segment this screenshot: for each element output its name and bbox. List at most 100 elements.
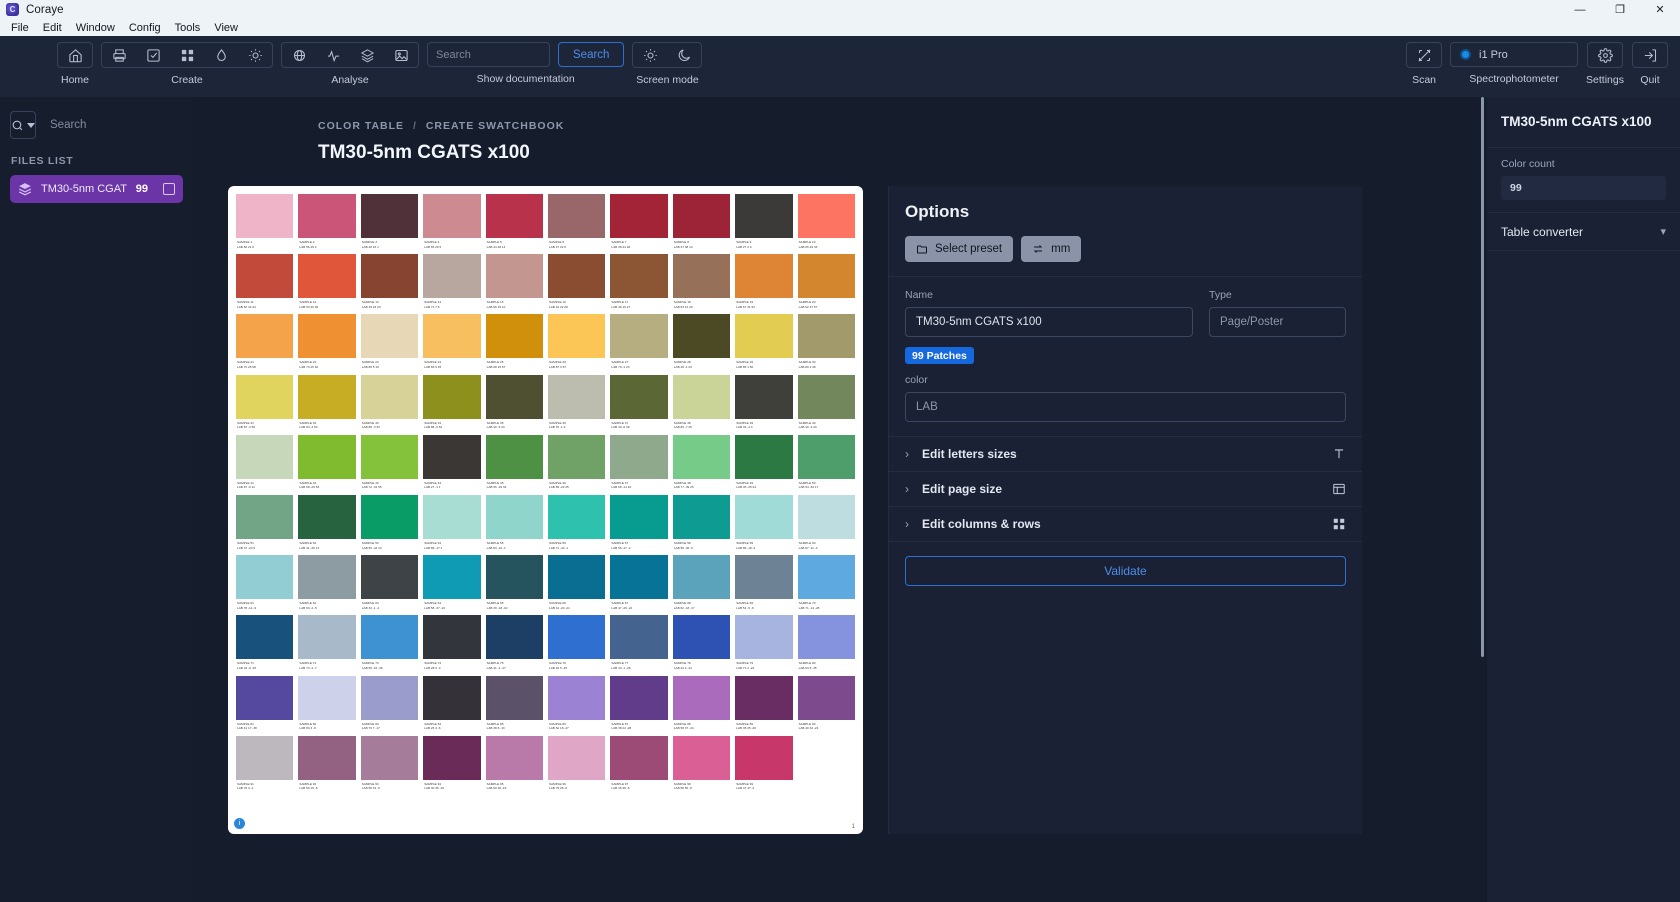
color-patch[interactable]: SAMPLE 6 LAB 47 22 6 xyxy=(548,194,606,254)
color-patch[interactable]: SAMPLE 42 LAB 68 -29 53 xyxy=(298,434,356,495)
color-patch[interactable]: SAMPLE 51 LAB 37 -20 9 xyxy=(236,494,294,555)
color-patch[interactable]: SAMPLE 1 LAB 82 21 0 xyxy=(236,194,294,254)
color-patch[interactable]: SAMPLE 57 LAB 56 -47 -2 xyxy=(610,494,668,555)
color-patch[interactable]: SAMPLE 21 LAB 72 25 58 xyxy=(236,314,294,374)
color-patch[interactable]: SAMPLE 74 LAB 28 0 -3 xyxy=(423,615,481,675)
color-patch[interactable]: SAMPLE 96 LAB 75 28 -6 xyxy=(548,735,606,796)
color-patch[interactable]: SAMPLE 27 LAB 70 -1 23 xyxy=(610,314,668,374)
color-patch[interactable]: SAMPLE 33 LAB 88 -3 32 xyxy=(360,374,419,435)
color-patch[interactable]: SAMPLE 81 LAB 41 17 -38 xyxy=(236,675,294,736)
color-patch[interactable]: SAMPLE 99 LAB 47 47 -4 xyxy=(735,735,793,796)
menu-item-config[interactable]: Config xyxy=(122,21,168,35)
color-patch[interactable]: SAMPLE 97 LAB 45 38 -8 xyxy=(610,735,668,796)
search-button[interactable]: Search xyxy=(558,42,625,67)
sun-icon[interactable] xyxy=(238,43,272,67)
search-filter-button[interactable] xyxy=(10,111,36,139)
color-patch[interactable]: SAMPLE 65 LAB 39 -18 -10 xyxy=(485,555,543,615)
color-patch[interactable]: SAMPLE 55 LAB 83 -10 -1 xyxy=(485,494,543,555)
droplet-icon[interactable] xyxy=(204,43,238,67)
color-patch[interactable]: SAMPLE 5 LAB 44 48 14 xyxy=(485,194,543,254)
image-icon[interactable] xyxy=(384,43,418,67)
color-input[interactable] xyxy=(905,392,1346,422)
gear-icon[interactable] xyxy=(1588,43,1622,67)
type-input[interactable] xyxy=(1209,307,1346,337)
color-patch[interactable]: SAMPLE 64 LAB 58 -37 -16 xyxy=(423,555,481,615)
printer-icon[interactable] xyxy=(102,43,136,67)
color-patch[interactable]: SAMPLE 45 LAB 56 -29 34 xyxy=(485,434,543,495)
color-patch[interactable]: SAMPLE 39 LAB 33 -4 3 xyxy=(735,374,793,435)
sun-icon[interactable] xyxy=(633,43,667,67)
swatchbook-preview[interactable]: SAMPLE 1 LAB 82 21 0 SAMPLE 2 LAB 56 46 4 SA… xyxy=(228,186,863,834)
spectrophotometer-select[interactable]: i1 Pro xyxy=(1450,42,1579,67)
color-patch[interactable]: SAMPLE 86 LAB 62 18 -27 xyxy=(548,675,606,736)
color-patch[interactable]: SAMPLE 38 LAB 80 -7 25 xyxy=(672,374,731,435)
color-patch[interactable]: SAMPLE 92 LAB 50 19 -8 xyxy=(298,735,356,796)
close-button[interactable]: ✕ xyxy=(1640,0,1680,19)
color-patch[interactable]: SAMPLE 3 LAB 28 16 1 xyxy=(360,194,419,254)
color-patch[interactable]: SAMPLE 10 LAB 65 49 33 xyxy=(797,194,855,254)
sidebar-search-input[interactable] xyxy=(44,111,204,139)
color-patch[interactable]: SAMPLE 30 LAB 80 2 46 xyxy=(797,314,855,374)
checkbox-edit-icon[interactable] xyxy=(136,43,170,67)
accordion-edit-columns-rows[interactable]: › Edit columns & rows xyxy=(889,506,1362,541)
color-patch[interactable]: SAMPLE 13 LAB 39 23 23 xyxy=(360,254,419,314)
color-patch[interactable]: SAMPLE 24 LAB 83 5 45 xyxy=(423,314,481,374)
menu-item-view[interactable]: View xyxy=(207,21,245,35)
color-patch[interactable]: SAMPLE 62 LAB 63 -4 -5 xyxy=(298,555,356,615)
color-patch[interactable]: SAMPLE 56 LAB 71 -43 -1 xyxy=(548,494,606,555)
color-patch[interactable]: SAMPLE 29 LAB 85 1 50 xyxy=(735,314,793,374)
color-patch[interactable]: SAMPLE 72 LAB 74 -4 -7 xyxy=(298,615,356,675)
menu-item-window[interactable]: Window xyxy=(69,21,122,35)
color-patch[interactable]: SAMPLE 11 LAB 52 44 34 xyxy=(236,254,294,314)
color-patch[interactable]: SAMPLE 31 LAB 87 -3 50 xyxy=(236,374,294,435)
color-patch[interactable]: SAMPLE 79 LAB 71 2 -22 xyxy=(735,615,793,675)
color-patch[interactable]: SAMPLE 9 LAB 27 2 0 xyxy=(735,194,793,254)
color-patch[interactable]: SAMPLE 15 LAB 66 15 10 xyxy=(485,254,543,314)
menu-item-edit[interactable]: Edit xyxy=(36,21,69,35)
color-patch[interactable]: SAMPLE 58 LAB 58 -45 -5 xyxy=(672,494,731,555)
list-item-checkbox[interactable] xyxy=(163,183,175,195)
color-patch[interactable]: SAMPLE 91 LAB 76 3 -2 xyxy=(236,735,294,796)
color-patch[interactable]: SAMPLE 84 LAB 26 4 -6 xyxy=(423,675,481,736)
color-patch[interactable]: SAMPLE 18 LAB 53 14 20 xyxy=(672,254,731,314)
color-patch[interactable]: SAMPLE 87 LAB 38 24 -28 xyxy=(610,675,668,736)
exit-icon[interactable] xyxy=(1633,43,1667,67)
accordion-edit-page-size[interactable]: › Edit page size xyxy=(889,471,1362,506)
color-patch[interactable]: SAMPLE 16 LAB 44 22 28 xyxy=(548,254,606,314)
color-patch[interactable]: SAMPLE 73 LAB 58 -16 -36 xyxy=(360,615,419,675)
color-patch[interactable]: SAMPLE 54 LAB 86 -17 1 xyxy=(423,494,481,555)
color-patch[interactable]: SAMPLE 83 LAB 70 7 -17 xyxy=(360,675,419,736)
color-patch[interactable]: SAMPLE 52 LAB 41 -30 13 xyxy=(298,494,356,555)
home-icon[interactable] xyxy=(58,43,92,67)
minimize-button[interactable]: — xyxy=(1560,0,1600,19)
grid-squares-icon[interactable] xyxy=(170,43,204,67)
color-patch[interactable]: SAMPLE 67 LAB 47 -29 -24 xyxy=(610,555,668,615)
color-patch[interactable]: SAMPLE 71 LAB 34 -9 -25 xyxy=(236,615,294,675)
globe-grid-icon[interactable] xyxy=(282,43,316,67)
color-patch[interactable]: SAMPLE 2 LAB 56 46 4 xyxy=(298,194,356,254)
color-patch[interactable]: SAMPLE 12 LAB 54 49 39 xyxy=(298,254,356,314)
menu-item-tools[interactable]: Tools xyxy=(168,21,208,35)
waveform-icon[interactable] xyxy=(316,43,350,67)
name-input[interactable] xyxy=(905,307,1193,337)
color-patch[interactable]: SAMPLE 7 LAB 38 44 18 xyxy=(610,194,668,254)
moon-icon[interactable] xyxy=(667,43,701,67)
list-item[interactable]: TM30-5nm CGATS x1... 99 xyxy=(10,175,183,203)
color-patch[interactable]: SAMPLE 88 LAB 58 37 -24 xyxy=(672,675,731,736)
color-patch[interactable]: SAMPLE 46 LAB 65 -22 25 xyxy=(548,434,606,495)
color-patch[interactable]: SAMPLE 40 LAB 40 -9 23 xyxy=(797,374,855,435)
color-patch[interactable]: SAMPLE 14 LAB 71 7 6 xyxy=(423,254,481,314)
color-patch[interactable]: SAMPLE 69 LAB 51 -5 -8 xyxy=(735,555,793,615)
color-patch[interactable]: SAMPLE 94 LAB 30 36 -10 xyxy=(423,735,481,796)
unit-toggle-button[interactable]: mm xyxy=(1021,236,1082,262)
color-patch[interactable]: SAMPLE 48 LAB 77 -39 25 xyxy=(672,434,731,495)
layers-icon[interactable] xyxy=(350,43,384,67)
color-patch[interactable]: SAMPLE 82 LAB 83 3 -8 xyxy=(298,675,356,736)
color-patch[interactable]: SAMPLE 34 LAB 88 -6 52 xyxy=(423,374,481,435)
validate-button[interactable]: Validate xyxy=(905,556,1346,586)
color-patch[interactable]: SAMPLE 78 LAB 42 4 -44 xyxy=(672,615,731,675)
color-patch[interactable]: SAMPLE 63 LAB 32 -1 -2 xyxy=(360,555,419,615)
color-patch[interactable]: SAMPLE 95 LAB 60 30 -15 xyxy=(485,735,543,796)
color-patch[interactable]: SAMPLE 22 LAB 74 25 62 xyxy=(298,314,356,374)
scan-off-icon[interactable] xyxy=(1407,43,1441,67)
